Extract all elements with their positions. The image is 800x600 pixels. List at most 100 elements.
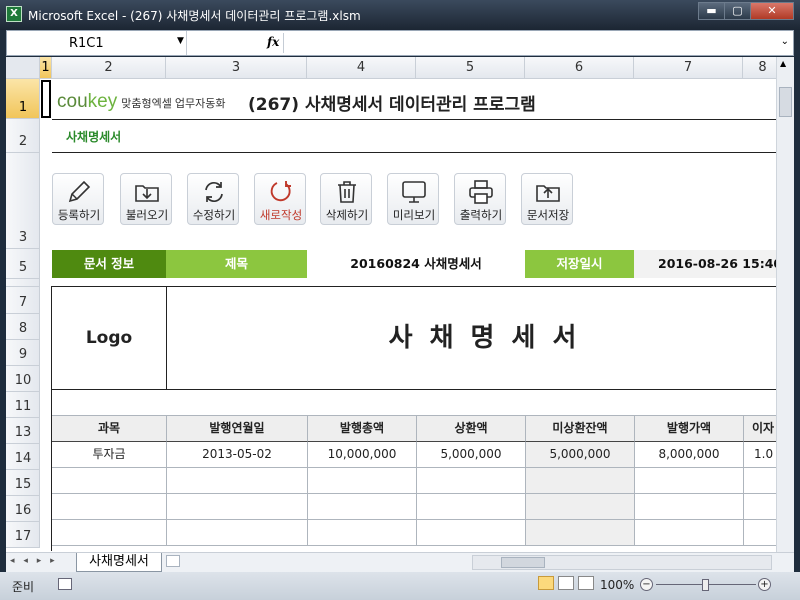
logo-cell[interactable]: Logo [52, 287, 167, 390]
name-box[interactable]: R1C1 ▼ [7, 31, 187, 55]
table-cell[interactable]: 8,000,000 [635, 442, 744, 468]
row-header[interactable]: 2 [6, 119, 40, 153]
col-header[interactable]: 3 [166, 57, 307, 79]
row-header[interactable] [6, 279, 40, 287]
section-title: 사채명세서 [66, 130, 122, 144]
sheet-tab-bar: ◂ ◂ ▸ ▸ 사채명세서 [6, 552, 794, 572]
title-bar: X Microsoft Excel - (267) 사채명세서 데이터관리 프로… [0, 0, 800, 30]
col-header[interactable]: 6 [525, 57, 634, 79]
table-cell[interactable] [308, 520, 417, 546]
excel-window: X Microsoft Excel - (267) 사채명세서 데이터관리 프로… [0, 0, 800, 600]
status-bar: 준비 100% − + [0, 572, 800, 600]
table-cell[interactable]: 투자금 [52, 442, 167, 468]
table-header: 상환액 [417, 416, 526, 442]
new-doc-button[interactable]: 새로작성 [254, 173, 306, 225]
row-header[interactable]: 5 [6, 249, 40, 279]
row-header[interactable]: 7 [6, 287, 40, 314]
vertical-scrollbar[interactable]: ▲ [776, 57, 794, 552]
row-header[interactable]: 17 [6, 522, 40, 548]
trash-icon [338, 181, 356, 203]
table-cell[interactable] [635, 468, 744, 494]
table-cell[interactable] [52, 468, 167, 494]
table-cell[interactable]: 2013-05-02 [167, 442, 308, 468]
save-doc-button[interactable]: 문서저장 [521, 173, 573, 225]
macro-record-icon[interactable] [58, 578, 72, 590]
table-cell[interactable] [167, 468, 308, 494]
col-header[interactable]: 4 [307, 57, 416, 79]
table-cell[interactable] [417, 468, 526, 494]
row-header[interactable]: 15 [6, 470, 40, 496]
preview-button[interactable]: 미리보기 [387, 173, 439, 225]
title-label: 제목 [166, 250, 307, 278]
function-icon[interactable]: fx [267, 35, 279, 49]
insert-sheet-icon[interactable] [166, 555, 180, 567]
maximize-button[interactable]: ▢ [724, 2, 751, 20]
excel-icon[interactable]: X [6, 6, 22, 22]
edit-button[interactable]: 수정하기 [187, 173, 239, 225]
row-header[interactable]: 10 [6, 366, 40, 392]
load-button[interactable]: 불러오기 [120, 173, 172, 225]
table-cell[interactable]: 10,000,000 [308, 442, 417, 468]
normal-view-icon[interactable] [538, 576, 554, 590]
table-header: 발행가액 [635, 416, 744, 442]
col-header[interactable]: 1 [40, 57, 52, 79]
sheet-tab[interactable]: 사채명세서 [76, 553, 162, 572]
table-cell[interactable]: 5,000,000 [417, 442, 526, 468]
table-cell[interactable] [308, 494, 417, 520]
table-cell[interactable] [417, 520, 526, 546]
page-layout-view-icon[interactable] [558, 576, 574, 590]
table-cell[interactable] [417, 494, 526, 520]
row-header[interactable]: 14 [6, 444, 40, 470]
zoom-out-icon[interactable]: − [640, 578, 653, 591]
table-cell[interactable] [167, 520, 308, 546]
table-cell[interactable] [635, 520, 744, 546]
row-header[interactable]: 13 [6, 418, 40, 444]
title-value[interactable]: 20160824 사채명세서 [307, 250, 525, 278]
zoom-in-icon[interactable]: + [758, 578, 771, 591]
zoom-level[interactable]: 100% [600, 578, 634, 592]
chevron-down-icon[interactable]: ▼ [177, 36, 184, 46]
expand-formula-icon[interactable]: ⌄ [781, 36, 789, 47]
monitor-icon [402, 181, 426, 203]
row-header[interactable]: 1 [6, 79, 40, 119]
table-cell[interactable] [167, 494, 308, 520]
blank-row[interactable] [52, 390, 794, 416]
active-cell[interactable] [41, 80, 51, 118]
row-header[interactable]: 9 [6, 340, 40, 366]
scroll-thumb[interactable] [501, 557, 545, 568]
table-cell[interactable] [526, 494, 635, 520]
table-cell[interactable] [526, 468, 635, 494]
table-cell[interactable] [52, 520, 167, 546]
worksheet[interactable]: 1 2 3 4 5 6 7 8 1 2 3 5 7 8 9 10 11 13 1… [6, 57, 794, 552]
page-break-view-icon[interactable] [578, 576, 594, 590]
register-button[interactable]: 등록하기 [52, 173, 104, 225]
saved-label: 저장일시 [525, 250, 634, 278]
horizontal-scrollbar[interactable] [472, 555, 772, 570]
table-cell[interactable] [308, 468, 417, 494]
sheet-nav-buttons[interactable]: ◂ ◂ ▸ ▸ [10, 556, 58, 566]
table-cell[interactable] [52, 494, 167, 520]
col-header[interactable]: 7 [634, 57, 743, 79]
pencil-icon [68, 180, 91, 203]
col-header[interactable]: 2 [52, 57, 166, 79]
close-button[interactable]: ✕ [750, 2, 794, 20]
table-cell[interactable]: 5,000,000 [526, 442, 635, 468]
row-header[interactable]: 8 [6, 314, 40, 340]
table-header: 발행연월일 [167, 416, 308, 442]
table-cell[interactable] [526, 520, 635, 546]
row-header[interactable]: 3 [6, 153, 40, 249]
minimize-button[interactable]: ▬ [698, 2, 725, 20]
brand-logo: coukey 맞춤형엑셀 업무자동화 [57, 91, 226, 112]
window-title: Microsoft Excel - (267) 사채명세서 데이터관리 프로그램… [28, 9, 361, 23]
zoom-knob[interactable] [702, 579, 709, 591]
print-button[interactable]: 출력하기 [454, 173, 506, 225]
row-header[interactable]: 16 [6, 496, 40, 522]
col-header[interactable]: 5 [416, 57, 525, 79]
zoom-slider[interactable]: − + [640, 578, 774, 592]
delete-button[interactable]: 삭제하기 [320, 173, 372, 225]
row-header[interactable]: 11 [6, 392, 40, 418]
scroll-thumb[interactable] [779, 87, 792, 117]
table-header: 미상환잔액 [526, 416, 635, 442]
select-all-corner[interactable] [6, 57, 40, 79]
table-cell[interactable] [635, 494, 744, 520]
